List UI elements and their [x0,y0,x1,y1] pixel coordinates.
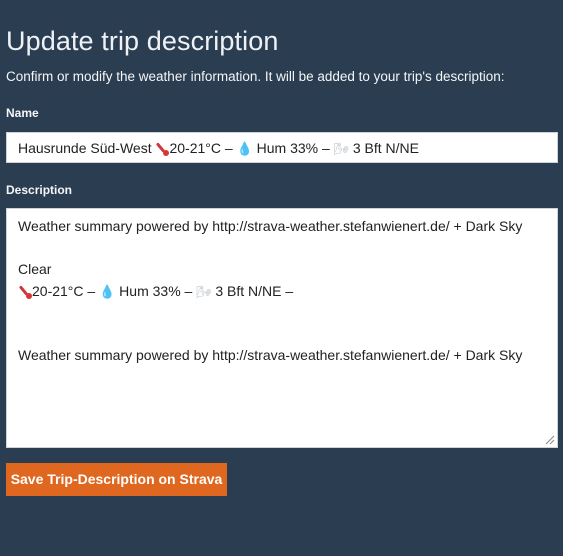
description-line: Clear [18,261,52,277]
droplet-icon: 💧 [99,283,116,299]
description-weather-line: 20-21°C – 💧 Hum 33% – 🌬 3 Bft N/NE – [18,281,546,303]
desc-temp: 20-21°C – [32,282,100,299]
description-textarea[interactable]: Weather summary powered by http://strava… [6,208,558,448]
description-line: Weather summary powered by http://strava… [18,218,523,234]
name-input[interactable]: Hausrunde Süd-West 20-21°C – 💧 Hum 33% –… [6,132,558,163]
name-humidity: Hum 33% – [252,140,334,156]
desc-humidity: Hum 33% – [115,282,197,299]
wind-icon: 🌬 [333,142,349,156]
name-text: Hausrunde Süd-West [18,140,156,156]
thermometer-icon [18,284,32,299]
save-description-button[interactable]: Save Trip-Description on Strava [6,463,227,496]
droplet-icon: 💧 [236,141,253,156]
name-temp: 20-21°C – [169,140,237,156]
name-wind: 3 Bft N/NE [348,140,419,156]
resize-handle-icon[interactable] [545,435,555,445]
name-label: Name [6,106,39,120]
description-label: Description [6,183,73,197]
description-line: Weather summary powered by http://strava… [18,347,523,363]
page-subtitle: Confirm or modify the weather informatio… [6,69,505,84]
wind-icon: 🌬 [196,284,212,299]
thermometer-icon [155,141,170,156]
page-title: Update trip description [6,26,279,56]
desc-wind: 3 Bft N/NE – [211,282,294,299]
